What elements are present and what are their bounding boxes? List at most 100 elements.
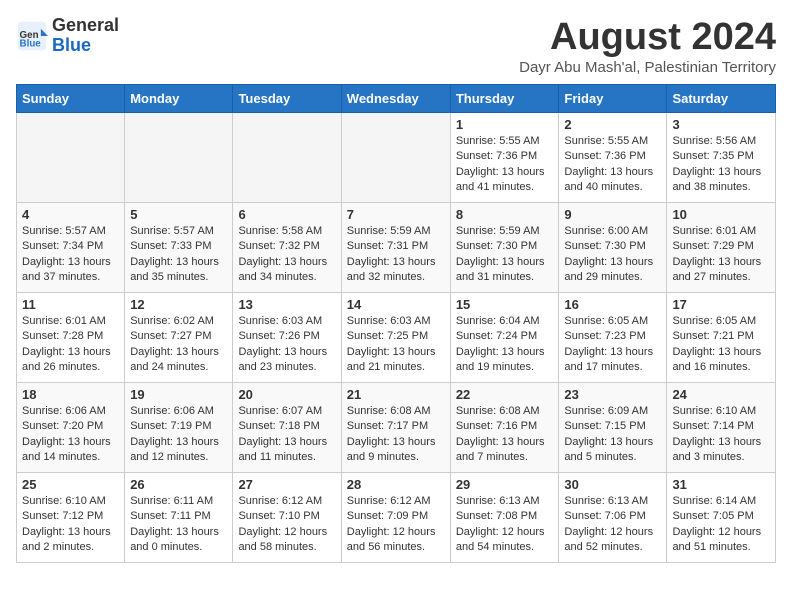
day-number: 27 [238, 477, 335, 492]
weekday-header-tuesday: Tuesday [233, 85, 341, 113]
day-number: 30 [564, 477, 661, 492]
calendar-cell: 5 Sunrise: 5:57 AM Sunset: 7:33 PM Daylig… [125, 203, 233, 293]
day-info: Sunrise: 6:13 AM Sunset: 7:06 PM Dayligh… [564, 494, 661, 556]
day-number: 23 [564, 387, 661, 402]
day-info: Sunrise: 5:57 AM Sunset: 7:34 PM Dayligh… [22, 224, 119, 286]
day-info: Sunrise: 6:14 AM Sunset: 7:05 PM Dayligh… [672, 494, 770, 556]
calendar-cell: 6Sunrise: 5:58 AM Sunset: 7:32 PM Daylig… [233, 203, 341, 293]
day-info: Sunrise: 6:07 AM Sunset: 7:18 PM Dayligh… [238, 404, 335, 466]
logo-blue: Blue [52, 35, 91, 55]
calendar-cell: 23 Sunrise: 6:09 AM Sunset: 7:15 PM Dayli… [559, 383, 667, 473]
day-info: Sunrise: 5:56 AM Sunset: 7:35 PM Dayligh… [672, 134, 770, 196]
day-number: 22 [456, 387, 554, 402]
calendar-cell: 22 Sunrise: 6:08 AM Sunset: 7:16 PM Dayli… [450, 383, 559, 473]
day-info: Sunrise: 6:08 AM Sunset: 7:17 PM Dayligh… [347, 404, 445, 466]
calendar-cell: 13Sunrise: 6:03 AM Sunset: 7:26 PM Dayli… [233, 293, 341, 383]
day-number: 16 [564, 297, 661, 312]
logo-general: General [52, 15, 119, 35]
calendar-cell: 9 Sunrise: 6:00 AM Sunset: 7:30 PM Daylig… [559, 203, 667, 293]
calendar-cell: 27 Sunrise: 6:12 AM Sunset: 7:10 PM Dayli… [233, 473, 341, 563]
calendar-cell [341, 113, 450, 203]
day-info: Sunrise: 6:02 AM Sunset: 7:27 PM Dayligh… [130, 314, 227, 376]
weekday-header-wednesday: Wednesday [341, 85, 450, 113]
weekday-header-monday: Monday [125, 85, 233, 113]
calendar-cell: 30 Sunrise: 6:13 AM Sunset: 7:06 PM Dayli… [559, 473, 667, 563]
logo-icon: Gen Blue [16, 20, 48, 52]
day-number: 17 [672, 297, 770, 312]
day-number: 3 [672, 117, 770, 132]
day-number: 26 [130, 477, 227, 492]
day-info: Sunrise: 5:55 AM Sunset: 7:36 PM Dayligh… [564, 134, 661, 196]
calendar-cell: 15Sunrise: 6:04 AM Sunset: 7:24 PM Dayli… [450, 293, 559, 383]
day-info: Sunrise: 6:00 AM Sunset: 7:30 PM Dayligh… [564, 224, 661, 286]
day-info: Sunrise: 6:05 AM Sunset: 7:23 PM Dayligh… [564, 314, 661, 376]
day-info: Sunrise: 6:10 AM Sunset: 7:14 PM Dayligh… [672, 404, 770, 466]
calendar-cell: 2Sunrise: 5:55 AM Sunset: 7:36 PM Daylig… [559, 113, 667, 203]
day-number: 8 [456, 207, 554, 222]
day-info: Sunrise: 5:59 AM Sunset: 7:30 PM Dayligh… [456, 224, 554, 286]
page-header: Gen Blue General Blue August 2024 Dayr A… [16, 16, 776, 76]
day-info: Sunrise: 6:09 AM Sunset: 7:15 PM Dayligh… [564, 404, 661, 466]
day-info: Sunrise: 6:01 AM Sunset: 7:28 PM Dayligh… [22, 314, 119, 376]
title-area: August 2024 Dayr Abu Mash'al, Palestinia… [519, 16, 776, 76]
day-info: Sunrise: 5:55 AM Sunset: 7:36 PM Dayligh… [456, 134, 554, 196]
day-info: Sunrise: 6:08 AM Sunset: 7:16 PM Dayligh… [456, 404, 554, 466]
day-number: 21 [347, 387, 445, 402]
day-number: 6 [238, 207, 335, 222]
day-number: 9 [564, 207, 661, 222]
svg-text:Blue: Blue [20, 38, 42, 49]
calendar-cell: 7 Sunrise: 5:59 AM Sunset: 7:31 PM Daylig… [341, 203, 450, 293]
weekday-header-thursday: Thursday [450, 85, 559, 113]
logo: Gen Blue General Blue [16, 16, 119, 56]
day-info: Sunrise: 6:11 AM Sunset: 7:11 PM Dayligh… [130, 494, 227, 556]
calendar-cell: 12 Sunrise: 6:02 AM Sunset: 7:27 PM Dayli… [125, 293, 233, 383]
day-info: Sunrise: 6:01 AM Sunset: 7:29 PM Dayligh… [672, 224, 770, 286]
day-info: Sunrise: 6:06 AM Sunset: 7:19 PM Dayligh… [130, 404, 227, 466]
day-info: Sunrise: 6:12 AM Sunset: 7:10 PM Dayligh… [238, 494, 335, 556]
day-number: 18 [22, 387, 119, 402]
weekday-header-row: SundayMondayTuesdayWednesdayThursdayFrid… [17, 85, 776, 113]
calendar-week-row: 18 Sunrise: 6:06 AM Sunset: 7:20 PM Dayli… [17, 383, 776, 473]
calendar-cell: 28 Sunrise: 6:12 AM Sunset: 7:09 PM Dayli… [341, 473, 450, 563]
calendar-week-row: 4 Sunrise: 5:57 AM Sunset: 7:34 PM Daylig… [17, 203, 776, 293]
calendar-cell: 3 Sunrise: 5:56 AM Sunset: 7:35 PM Daylig… [667, 113, 776, 203]
calendar-cell: 31 Sunrise: 6:14 AM Sunset: 7:05 PM Dayli… [667, 473, 776, 563]
calendar-cell: 24 Sunrise: 6:10 AM Sunset: 7:14 PM Dayli… [667, 383, 776, 473]
day-number: 11 [22, 297, 119, 312]
day-info: Sunrise: 6:06 AM Sunset: 7:20 PM Dayligh… [22, 404, 119, 466]
calendar-cell [233, 113, 341, 203]
day-number: 5 [130, 207, 227, 222]
calendar-cell: 21 Sunrise: 6:08 AM Sunset: 7:17 PM Dayli… [341, 383, 450, 473]
day-number: 12 [130, 297, 227, 312]
day-info: Sunrise: 5:59 AM Sunset: 7:31 PM Dayligh… [347, 224, 445, 286]
day-number: 25 [22, 477, 119, 492]
day-info: Sunrise: 5:57 AM Sunset: 7:33 PM Dayligh… [130, 224, 227, 286]
weekday-header-saturday: Saturday [667, 85, 776, 113]
day-number: 14 [347, 297, 445, 312]
logo-text: General Blue [52, 16, 119, 56]
location-subtitle: Dayr Abu Mash'al, Palestinian Territory [519, 59, 776, 76]
day-info: Sunrise: 6:10 AM Sunset: 7:12 PM Dayligh… [22, 494, 119, 556]
weekday-header-sunday: Sunday [17, 85, 125, 113]
calendar-cell: 25 Sunrise: 6:10 AM Sunset: 7:12 PM Dayli… [17, 473, 125, 563]
day-number: 31 [672, 477, 770, 492]
calendar-cell: 19Sunrise: 6:06 AM Sunset: 7:19 PM Dayli… [125, 383, 233, 473]
day-number: 7 [347, 207, 445, 222]
day-number: 1 [456, 117, 554, 132]
calendar-cell: 17 Sunrise: 6:05 AM Sunset: 7:21 PM Dayli… [667, 293, 776, 383]
day-number: 28 [347, 477, 445, 492]
day-number: 10 [672, 207, 770, 222]
calendar-cell [17, 113, 125, 203]
day-info: Sunrise: 6:12 AM Sunset: 7:09 PM Dayligh… [347, 494, 445, 556]
calendar-table: SundayMondayTuesdayWednesdayThursdayFrid… [16, 84, 776, 563]
calendar-cell: 16 Sunrise: 6:05 AM Sunset: 7:23 PM Dayli… [559, 293, 667, 383]
calendar-cell: 26 Sunrise: 6:11 AM Sunset: 7:11 PM Dayli… [125, 473, 233, 563]
day-number: 4 [22, 207, 119, 222]
calendar-cell: 29Sunrise: 6:13 AM Sunset: 7:08 PM Dayli… [450, 473, 559, 563]
day-number: 29 [456, 477, 554, 492]
day-info: Sunrise: 6:05 AM Sunset: 7:21 PM Dayligh… [672, 314, 770, 376]
day-number: 20 [238, 387, 335, 402]
calendar-cell: 14Sunrise: 6:03 AM Sunset: 7:25 PM Dayli… [341, 293, 450, 383]
weekday-header-friday: Friday [559, 85, 667, 113]
day-number: 24 [672, 387, 770, 402]
